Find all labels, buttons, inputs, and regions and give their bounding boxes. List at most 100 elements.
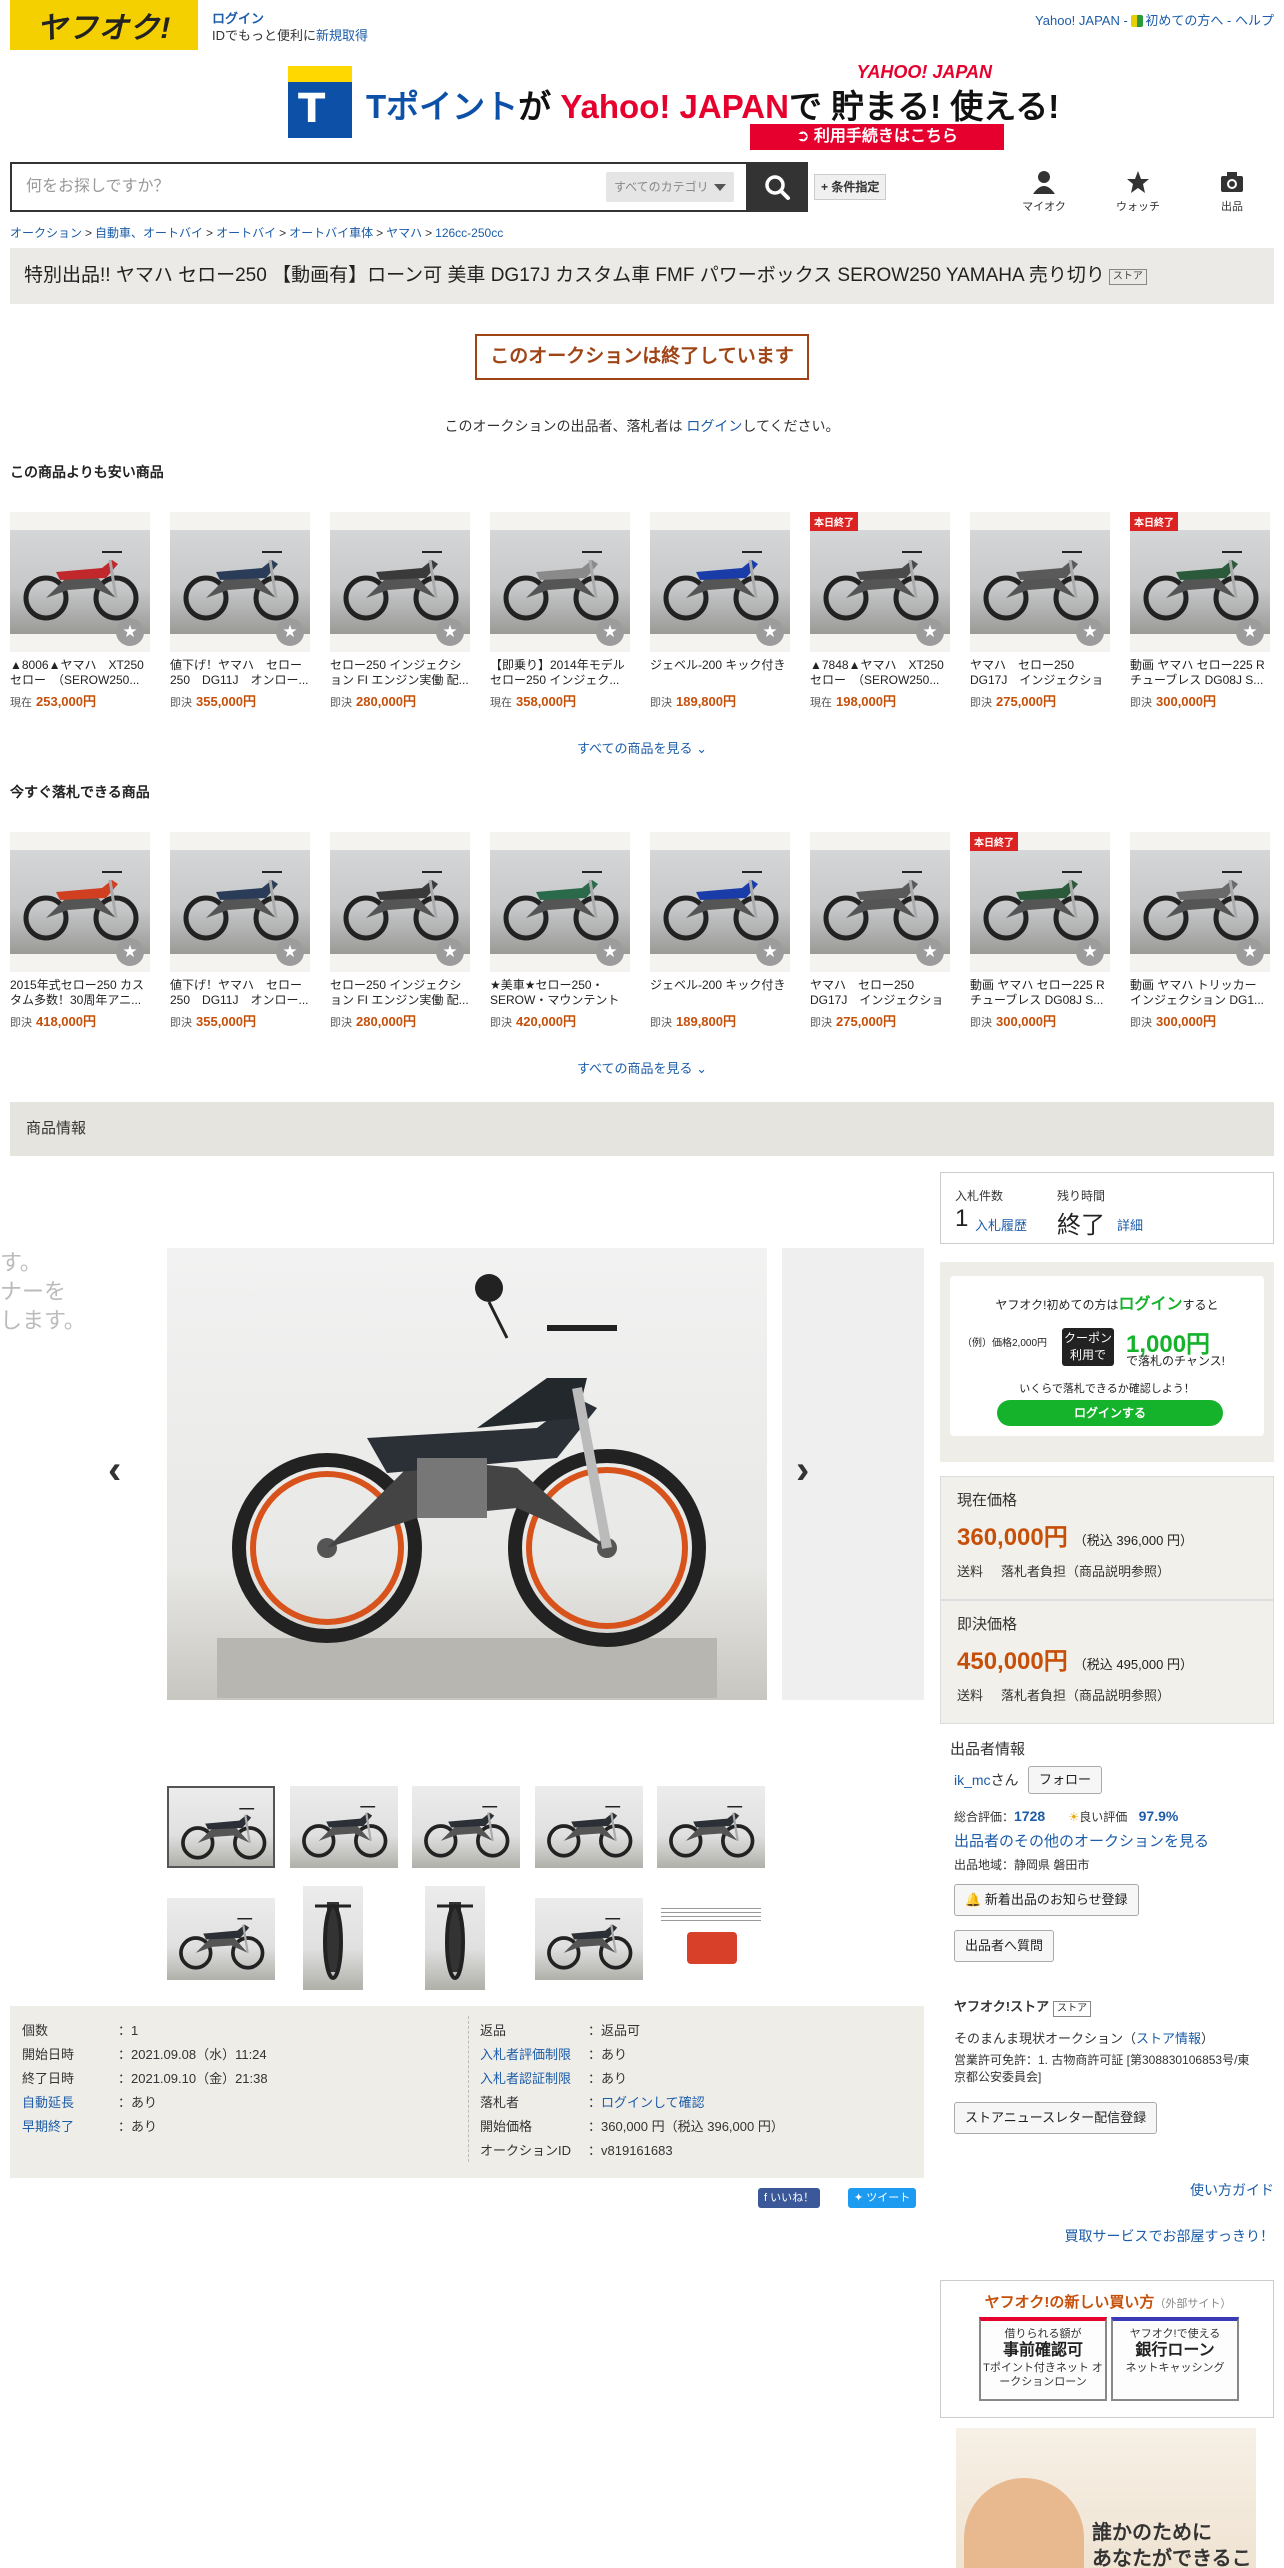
condition-button[interactable]: + 条件指定 xyxy=(814,174,887,200)
product-image[interactable]: ★ xyxy=(650,512,790,652)
gallery-thumbnail[interactable] xyxy=(657,1786,765,1868)
product-image[interactable]: 本日終了 ★ xyxy=(1130,512,1270,652)
gallery-thumbnail[interactable] xyxy=(425,1886,485,1990)
product-name[interactable]: 動画 ヤマハ セロー225 R チューブレス DG08J S... xyxy=(1130,658,1270,688)
product-name[interactable]: セロー250 インジェクション FI エンジン実働 配... xyxy=(330,978,470,1008)
gallery-thumbnail[interactable] xyxy=(167,1898,275,1980)
breadcrumb-item[interactable]: 自動車、オートバイ xyxy=(95,226,203,240)
product-name[interactable]: ★美車★セロー250・SEROW・マウンテントレ... xyxy=(490,978,630,1008)
login-link[interactable]: ログイン xyxy=(212,11,264,26)
watch-star-icon[interactable]: ★ xyxy=(756,938,784,966)
product-image[interactable]: ★ xyxy=(330,512,470,652)
yahoo-japan-link[interactable]: Yahoo! JAPAN xyxy=(1035,13,1120,28)
ask-seller-button[interactable]: 出品者へ質問 xyxy=(954,1930,1055,1962)
follow-button[interactable]: フォロー xyxy=(1028,1766,1103,1794)
facebook-like-button[interactable]: f いいね！ xyxy=(758,2188,821,2208)
gallery-thumbnail[interactable] xyxy=(167,1786,275,1868)
product-image[interactable]: ★ xyxy=(810,832,950,972)
watch-star-icon[interactable]: ★ xyxy=(1236,618,1264,646)
breadcrumb-item[interactable]: ヤマハ xyxy=(386,226,422,240)
product-image[interactable]: ★ xyxy=(170,512,310,652)
product-name[interactable]: セロー250 インジェクション FI エンジン実働 配... xyxy=(330,658,470,688)
watch-star-icon[interactable]: ★ xyxy=(116,618,144,646)
product-card[interactable]: ★ セロー250 インジェクション FI エンジン実働 配... 即決 280,000… xyxy=(330,512,470,710)
product-name[interactable]: ▲7848▲ヤマハ XT250 セロー （SEROW250... xyxy=(810,658,950,688)
product-image[interactable]: ★ xyxy=(490,512,630,652)
gallery-thumbnail[interactable] xyxy=(535,1898,643,1980)
detail-value-link[interactable]: ログインして確認 xyxy=(601,2095,705,2110)
banner-procedure-button[interactable]: ➲ 利用手続きはこちら xyxy=(750,124,1004,150)
search-button[interactable] xyxy=(746,162,808,212)
product-name[interactable]: ▲8006▲ヤマハ XT250 セロー （SEROW250... xyxy=(10,658,150,688)
product-card[interactable]: ★ 動画 ヤマハ トリッカー インジェクション DG1... 即決 300,000円 xyxy=(1130,832,1270,1030)
notice-login-link[interactable]: ログイン xyxy=(686,418,742,434)
category-select[interactable]: すべてのカテゴリ xyxy=(606,172,734,202)
register-link[interactable]: 新規取得 xyxy=(316,28,368,43)
product-image[interactable]: 本日終了 ★ xyxy=(810,512,950,652)
product-card[interactable]: ★ 値下げ！ヤマハ セロー250 DG11J オンロー... 即決 355,000円 xyxy=(170,832,310,1030)
buyback-service-link[interactable]: 買取サービスでお部屋すっきり！ xyxy=(1065,2226,1274,2246)
loan-precheck-banner[interactable]: 借りられる額が 事前確認可 Tポイント付きネット オークションローン xyxy=(979,2317,1107,2401)
main-product-photo[interactable] xyxy=(167,1248,767,1700)
good-rating-link[interactable]: 97.9% xyxy=(1139,1808,1179,1824)
help-link[interactable]: ヘルプ xyxy=(1235,13,1274,28)
product-image[interactable]: ★ xyxy=(490,832,630,972)
product-image[interactable]: 本日終了 ★ xyxy=(970,832,1110,972)
watch-star-icon[interactable]: ★ xyxy=(116,938,144,966)
detail-key-link[interactable]: 入札者認証制限 xyxy=(480,2068,588,2087)
product-card[interactable]: ★ セロー250 インジェクション FI エンジン実働 配... 即決 280,000… xyxy=(330,832,470,1030)
time-detail-link[interactable]: 詳細 xyxy=(1117,1215,1143,1234)
detail-key-link[interactable]: 自動延長 xyxy=(22,2092,118,2111)
gallery-thumbnail[interactable] xyxy=(535,1786,643,1868)
watch-star-icon[interactable]: ★ xyxy=(916,938,944,966)
tweet-button[interactable]: ✦ ツイート xyxy=(848,2188,917,2208)
prev-image-arrow-icon[interactable]: ‹ xyxy=(108,1448,121,1493)
product-image[interactable]: ★ xyxy=(10,832,150,972)
product-name[interactable]: ヤマハ セロー250 DG17J インジェクション... xyxy=(810,978,950,1008)
watch-star-icon[interactable]: ★ xyxy=(276,618,304,646)
nav-myauction[interactable]: マイオク xyxy=(1014,170,1074,214)
product-image[interactable]: ★ xyxy=(1130,832,1270,972)
seller-other-auctions-link[interactable]: 出品者のその他のオークションを見る xyxy=(954,1830,1209,1851)
store-newsletter-button[interactable]: ストアニュースレター配信登録 xyxy=(954,2102,1158,2134)
promo-login-button[interactable]: ログインする xyxy=(997,1400,1223,1426)
product-name[interactable]: ジェベル-200 キック付き xyxy=(650,978,790,1008)
watch-star-icon[interactable]: ★ xyxy=(436,618,464,646)
beginner-link[interactable]: 初めての方へ xyxy=(1145,13,1223,28)
product-name[interactable]: 値下げ！ヤマハ セロー250 DG11J オンロー... xyxy=(170,658,310,688)
product-card[interactable]: ★ ▲8006▲ヤマハ XT250 セロー （SEROW250... 現在 253,0… xyxy=(10,512,150,710)
next-image-arrow-icon[interactable]: › xyxy=(796,1448,809,1493)
watch-star-icon[interactable]: ★ xyxy=(756,618,784,646)
product-name[interactable]: 2015年式セロー250 カスタム多数！30周年アニ... xyxy=(10,978,150,1008)
product-name[interactable]: ヤマハ セロー250 DG17J インジェクション... xyxy=(970,658,1110,688)
product-card[interactable]: ★ 【即乗り】2014年モデル セロー250 インジェク... 現在 358,000円 xyxy=(490,512,630,710)
yahoo-auction-logo[interactable]: ヤフオク! xyxy=(10,0,198,50)
product-image[interactable]: ★ xyxy=(970,512,1110,652)
rating-link[interactable]: 1728 xyxy=(1014,1808,1045,1824)
product-card[interactable]: ★ ジェベル-200 キック付き 即決 189,800円 xyxy=(650,512,790,710)
product-name[interactable]: 値下げ！ヤマハ セロー250 DG11J オンロー... xyxy=(170,978,310,1008)
product-card[interactable]: ★ ★美車★セロー250・SEROW・マウンテントレ... 即決 420,000円 xyxy=(490,832,630,1030)
advertisement[interactable]: 誰かのためにあなたができること xyxy=(956,2428,1256,2568)
usage-guide-link[interactable]: 使い方ガイド xyxy=(1190,2180,1274,2200)
nav-watch[interactable]: ウォッチ xyxy=(1108,170,1168,214)
watch-star-icon[interactable]: ★ xyxy=(596,618,624,646)
gallery-thumbnail[interactable] xyxy=(290,1786,398,1868)
product-name[interactable]: ジェベル-200 キック付き xyxy=(650,658,790,688)
watch-star-icon[interactable]: ★ xyxy=(436,938,464,966)
cheaper-see-all-link[interactable]: すべての商品を見る ⌄ xyxy=(0,738,1284,757)
breadcrumb-item[interactable]: オートバイ xyxy=(216,226,276,240)
product-image[interactable]: ★ xyxy=(10,512,150,652)
watch-star-icon[interactable]: ★ xyxy=(1236,938,1264,966)
watch-star-icon[interactable]: ★ xyxy=(916,618,944,646)
watch-star-icon[interactable]: ★ xyxy=(1076,618,1104,646)
detail-key-link[interactable]: 入札者評価制限 xyxy=(480,2044,588,2063)
breadcrumb-item[interactable]: オートバイ車体 xyxy=(289,226,373,240)
product-card[interactable]: ★ ジェベル-200 キック付き 即決 189,800円 xyxy=(650,832,790,1030)
product-image[interactable]: ★ xyxy=(170,832,310,972)
product-card[interactable]: 本日終了 ★ 動画 ヤマハ セロー225 R チューブレス DG08J S... 即決… xyxy=(970,832,1110,1030)
product-card[interactable]: ★ ヤマハ セロー250 DG17J インジェクション... 即決 275,000円 xyxy=(810,832,950,1030)
bid-history-link[interactable]: 入札履歴 xyxy=(975,1215,1027,1234)
product-image[interactable]: ★ xyxy=(330,832,470,972)
product-name[interactable]: 動画 ヤマハ セロー225 R チューブレス DG08J S... xyxy=(970,978,1110,1008)
